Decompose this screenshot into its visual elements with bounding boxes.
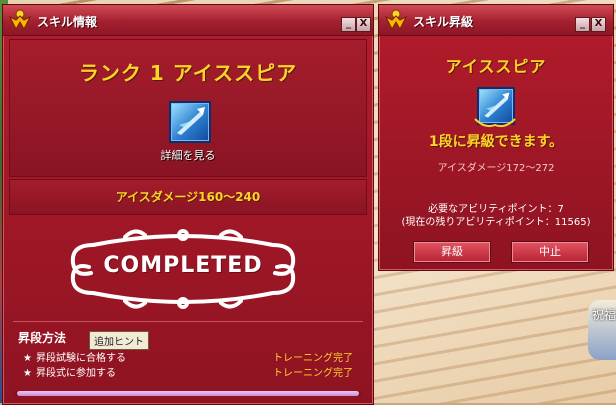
scrollbar[interactable] [15,391,361,396]
requirement-row: ★ 昇段試験に合格する [23,349,126,364]
skill-upgrade-window: スキル昇級 _ X アイススピア 1段に昇級できます。 アイスダメージ172〜2… [378,4,614,271]
upgrade-button[interactable]: 昇級 [413,241,491,263]
promotion-method-title: 昇段方法 [18,331,67,345]
star-icon: ★ [23,353,32,364]
current-damage-text: アイスダメージ160〜240 [115,190,261,204]
skill-window-icon [8,9,32,31]
laurel-ornament-icon [474,118,516,128]
skill-info-window: スキル情報 _ X ランク 1 アイススピア 詳細を見る アイスダメージ160〜… [2,4,374,405]
skill-window-icon [384,9,408,31]
close-button[interactable]: X [356,17,371,32]
ice-spear-skill-icon[interactable] [169,101,211,143]
skill-info-titlebar[interactable]: スキル情報 _ X [3,5,373,36]
requirement-status: トレーニング完了 [273,353,353,364]
skill-info-title: スキル情報 [37,15,98,29]
requirement-row: ★ 昇段式に参加する [23,364,116,379]
upgrade-skill-name: アイススピア [445,57,547,76]
requirement-status: トレーニング完了 [273,368,353,379]
skill-upgrade-title: スキル昇級 [413,15,474,29]
divider [13,321,363,322]
upgrade-message: 1段に昇級できます。 [428,134,564,150]
scrollbar-thumb[interactable] [17,391,359,396]
remaining-points: (現在の残りアビリティポイント：11565) [401,217,591,228]
npc-figure: 祝福 [588,300,616,360]
requirement-label: 昇段試験に合格する [35,353,126,364]
completed-label: COMPLETED [103,253,263,278]
cancel-button[interactable]: 中止 [511,241,589,263]
extra-hint-button[interactable]: 追加ヒント [89,331,149,350]
requirement-label: 昇段式に参加する [35,368,116,379]
npc-label: 祝福 [592,308,616,322]
upgraded-damage-text: アイスダメージ172〜272 [437,163,555,174]
star-icon: ★ [23,368,32,379]
skill-upgrade-titlebar[interactable]: スキル昇級 _ X [379,5,613,36]
rank-title: ランク 1 アイススピア [78,61,298,85]
ice-spear-icon [177,107,205,135]
completed-badge: COMPLETED [65,223,301,315]
detail-view-label[interactable]: 詳細を見る [3,147,373,163]
close-button[interactable]: X [591,17,606,32]
minimize-button[interactable]: _ [575,17,590,32]
minimize-button[interactable]: _ [341,17,356,32]
